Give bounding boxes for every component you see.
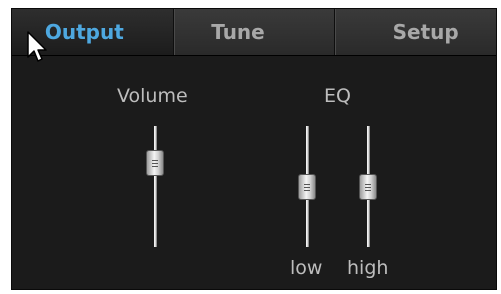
tab-bar: Output Tune Setup	[12, 9, 496, 56]
thumb-grip-line	[365, 186, 371, 188]
thumb-grip-line	[304, 186, 310, 188]
tab-tune-label: Tune	[211, 20, 265, 44]
thumb-grip-line	[304, 189, 310, 191]
volume-slider-thumb[interactable]	[146, 149, 164, 176]
eq-high-slider-thumb[interactable]	[359, 173, 377, 200]
eq-low-slider-thumb[interactable]	[298, 173, 316, 200]
tab-setup[interactable]: Setup	[335, 9, 496, 55]
thumb-grip-line	[152, 162, 158, 164]
thumb-grip-line	[152, 165, 158, 167]
volume-slider-track[interactable]	[154, 126, 157, 247]
mouse-pointer-icon	[27, 31, 47, 62]
tab-tune[interactable]: Tune	[174, 9, 336, 55]
volume-label: Volume	[117, 85, 188, 107]
eq-low-label: low	[290, 257, 323, 279]
tab-output-label: Output	[44, 20, 124, 44]
thumb-grip-line	[365, 189, 371, 191]
audio-panel: Output Tune Setup Volume EQ low high	[11, 8, 497, 290]
thumb-grip-line	[304, 183, 310, 185]
thumb-grip-line	[152, 159, 158, 161]
eq-high-label: high	[347, 257, 389, 279]
eq-label: EQ	[324, 85, 351, 107]
thumb-grip-line	[365, 183, 371, 185]
tab-setup-label: Setup	[392, 20, 459, 44]
